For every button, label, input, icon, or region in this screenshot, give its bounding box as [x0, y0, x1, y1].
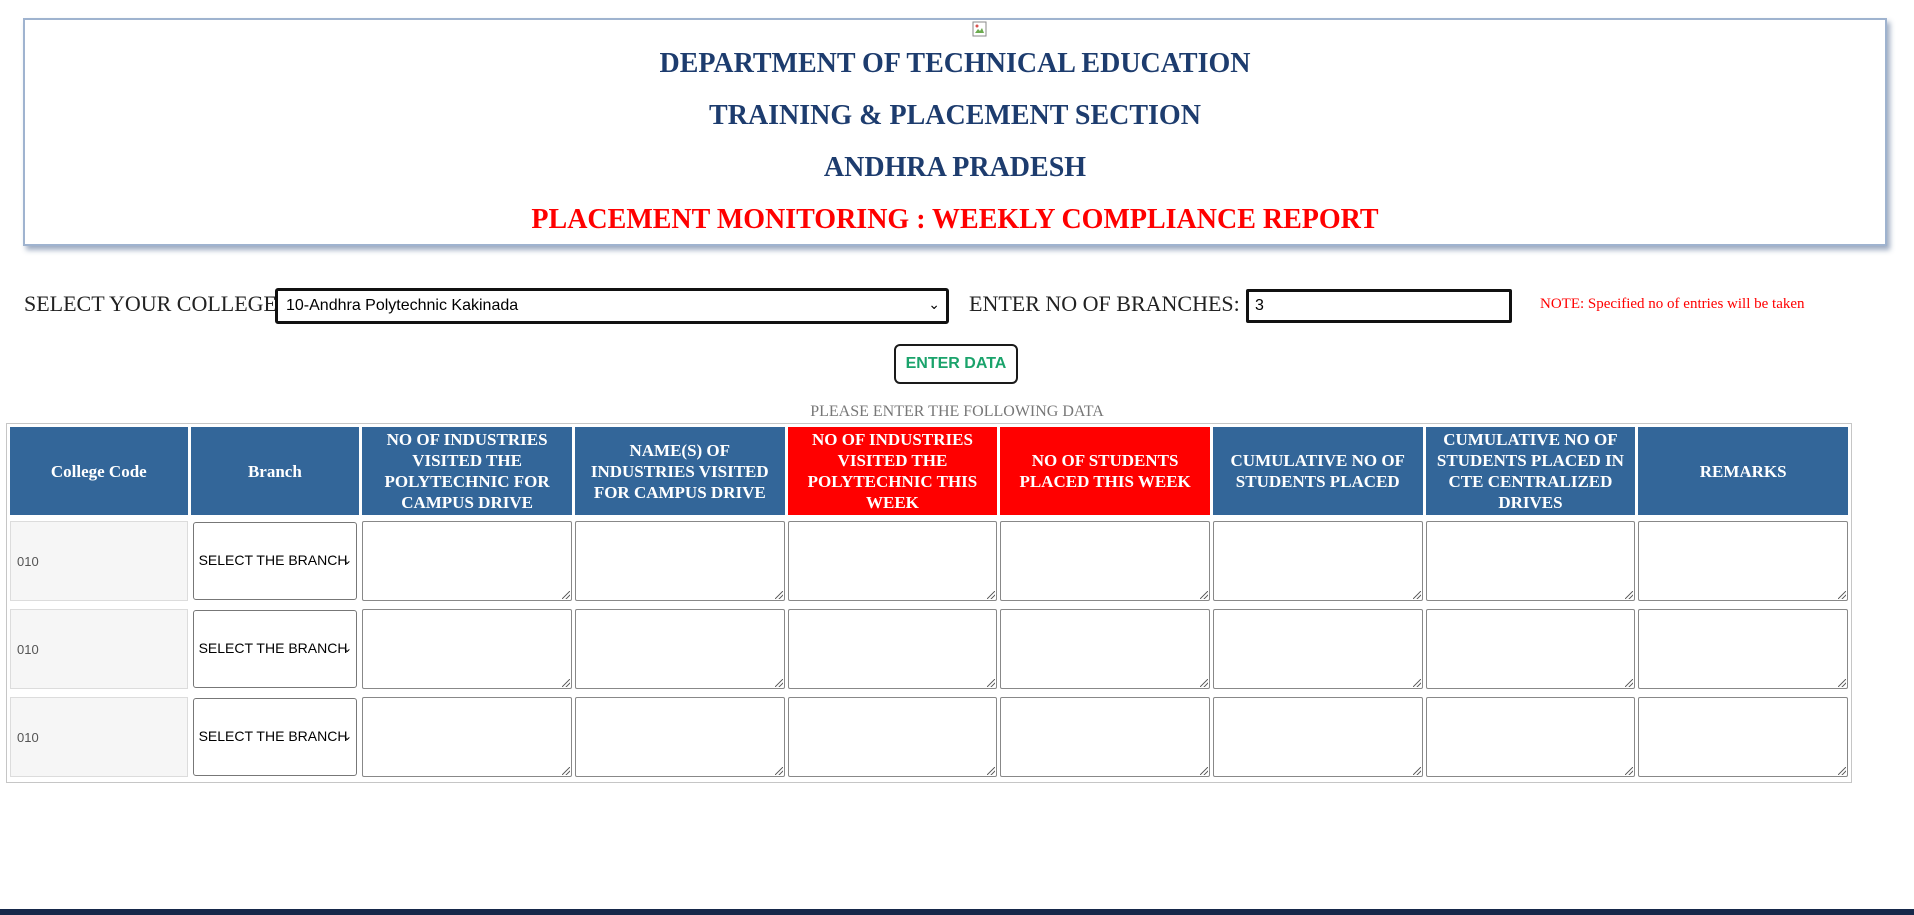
- col-header-industries-this-week: NO OF INDUSTRIES VISITED THE POLYTECHNIC…: [787, 427, 998, 515]
- college-code-field: 010: [10, 520, 188, 601]
- cumulative-cte-textarea[interactable]: [1425, 608, 1636, 689]
- college-select[interactable]: 10-Andhra Polytechnic Kakinada ⌄: [275, 288, 949, 324]
- section-title: TRAINING & PLACEMENT SECTION: [709, 100, 1201, 131]
- footer-bar: [0, 909, 1914, 915]
- table-row: 010 SELECT THE BRANCH ⌄: [10, 606, 1848, 691]
- branch-select[interactable]: SELECT THE BRANCH ⌄: [192, 697, 358, 776]
- industries-campus-drive-textarea[interactable]: [362, 520, 572, 601]
- cumulative-placed-textarea[interactable]: [1212, 520, 1423, 601]
- cumulative-cte-textarea[interactable]: [1425, 520, 1636, 601]
- branch-select-value: SELECT THE BRANCH: [198, 639, 348, 656]
- industry-names-textarea[interactable]: [574, 608, 785, 689]
- resize-grip-icon[interactable]: [1838, 678, 1846, 687]
- resize-grip-icon[interactable]: [1625, 678, 1634, 687]
- remarks-textarea[interactable]: [1638, 520, 1848, 601]
- header-panel: DEPARTMENT OF TECHNICAL EDUCATION TRAINI…: [23, 18, 1887, 246]
- resize-grip-icon[interactable]: [987, 590, 996, 599]
- col-header-students-placed-week: NO OF STUDENTS PLACED THIS WEEK: [1000, 427, 1210, 515]
- industries-this-week-textarea[interactable]: [787, 520, 998, 601]
- college-code-field: 010: [10, 696, 188, 777]
- resize-grip-icon[interactable]: [774, 766, 783, 775]
- students-placed-week-textarea[interactable]: [1000, 696, 1210, 777]
- resize-grip-icon[interactable]: [1199, 766, 1208, 775]
- branches-label: ENTER NO OF BRANCHES:: [969, 291, 1240, 316]
- resize-grip-icon[interactable]: [1199, 678, 1208, 687]
- col-header-college-code: College Code: [10, 427, 188, 515]
- resize-grip-icon[interactable]: [1838, 766, 1846, 775]
- col-header-cumulative-cte: CUMULATIVE NO OF STUDENTS PLACED IN CTE …: [1425, 427, 1636, 515]
- col-header-industries-campus-drive: NO OF INDUSTRIES VISITED THE POLYTECHNIC…: [362, 427, 572, 515]
- branches-input[interactable]: 3: [1246, 289, 1512, 323]
- remarks-textarea[interactable]: [1638, 608, 1848, 689]
- resize-grip-icon[interactable]: [774, 678, 783, 687]
- placement-table: College Code Branch NO OF INDUSTRIES VIS…: [6, 423, 1852, 783]
- industries-campus-drive-textarea[interactable]: [362, 696, 572, 777]
- industry-names-textarea[interactable]: [574, 520, 785, 601]
- col-header-branch: Branch: [190, 427, 360, 515]
- resize-grip-icon[interactable]: [1625, 590, 1634, 599]
- students-placed-week-textarea[interactable]: [1000, 520, 1210, 601]
- resize-grip-icon[interactable]: [561, 590, 570, 599]
- resize-grip-icon[interactable]: [1412, 590, 1421, 599]
- report-title: PLACEMENT MONITORING : WEEKLY COMPLIANCE…: [531, 204, 1379, 235]
- col-header-remarks: REMARKS: [1638, 427, 1848, 515]
- remarks-textarea[interactable]: [1638, 696, 1848, 777]
- cumulative-cte-textarea[interactable]: [1425, 696, 1636, 777]
- resize-grip-icon[interactable]: [1412, 766, 1421, 775]
- table-header-row: College Code Branch NO OF INDUSTRIES VIS…: [10, 427, 1848, 515]
- college-code-field: 010: [10, 608, 188, 689]
- table-row: 010 SELECT THE BRANCH ⌄: [10, 694, 1848, 779]
- branch-select-value: SELECT THE BRANCH: [198, 551, 348, 568]
- students-placed-week-textarea[interactable]: [1000, 608, 1210, 689]
- selection-row: SELECT YOUR COLLEGE: 10-Andhra Polytechn…: [0, 288, 1914, 324]
- resize-grip-icon[interactable]: [561, 678, 570, 687]
- resize-grip-icon[interactable]: [561, 766, 570, 775]
- resize-grip-icon[interactable]: [1625, 766, 1634, 775]
- resize-grip-icon[interactable]: [987, 678, 996, 687]
- broken-image-icon: [972, 21, 987, 37]
- industries-this-week-textarea[interactable]: [787, 608, 998, 689]
- chevron-down-icon: ⌄: [342, 552, 353, 567]
- col-header-industry-names: NAME(S) OF INDUSTRIES VISITED FOR CAMPUS…: [574, 427, 785, 515]
- resize-grip-icon[interactable]: [1199, 590, 1208, 599]
- resize-grip-icon[interactable]: [1838, 590, 1846, 599]
- chevron-down-icon: ⌄: [342, 728, 353, 743]
- col-header-cumulative-placed: CUMULATIVE NO OF STUDENTS PLACED: [1212, 427, 1423, 515]
- industries-campus-drive-textarea[interactable]: [362, 608, 572, 689]
- chevron-down-icon: ⌄: [928, 296, 940, 312]
- instruction-text: PLEASE ENTER THE FOLLOWING DATA: [810, 403, 1104, 420]
- enter-data-button[interactable]: ENTER DATA: [894, 344, 1018, 384]
- resize-grip-icon[interactable]: [1412, 678, 1421, 687]
- resize-grip-icon[interactable]: [774, 590, 783, 599]
- table-row: 010 SELECT THE BRANCH ⌄: [10, 518, 1848, 603]
- entries-note: NOTE: Specified no of entries will be ta…: [1540, 296, 1805, 312]
- industry-names-textarea[interactable]: [574, 696, 785, 777]
- branch-select[interactable]: SELECT THE BRANCH ⌄: [192, 521, 358, 600]
- branch-select[interactable]: SELECT THE BRANCH ⌄: [192, 609, 358, 688]
- resize-grip-icon[interactable]: [987, 766, 996, 775]
- state-title: ANDHRA PRADESH: [823, 152, 1087, 183]
- industries-this-week-textarea[interactable]: [787, 696, 998, 777]
- cumulative-placed-textarea[interactable]: [1212, 608, 1423, 689]
- college-select-value: 10-Andhra Polytechnic Kakinada: [286, 297, 519, 314]
- college-label: SELECT YOUR COLLEGE:: [24, 291, 284, 316]
- branches-input-value: 3: [1255, 297, 1264, 314]
- dept-title: DEPARTMENT OF TECHNICAL EDUCATION: [659, 48, 1251, 79]
- cumulative-placed-textarea[interactable]: [1212, 696, 1423, 777]
- branch-select-value: SELECT THE BRANCH: [198, 727, 348, 744]
- chevron-down-icon: ⌄: [342, 640, 353, 655]
